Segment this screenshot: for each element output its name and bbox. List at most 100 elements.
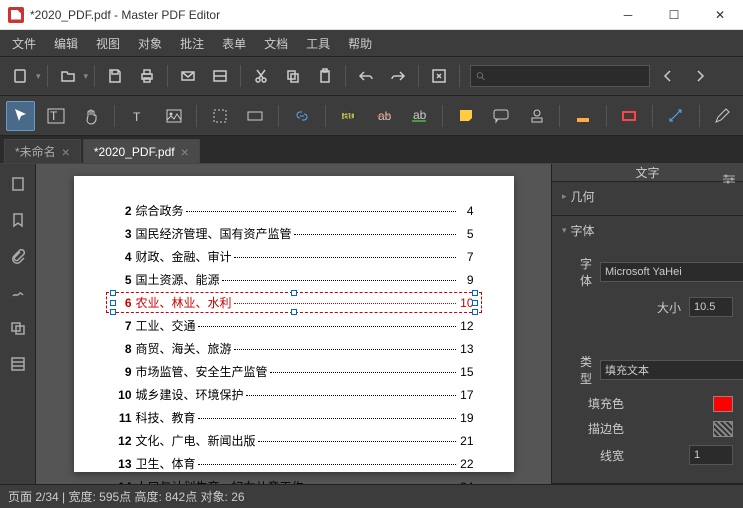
cut-button[interactable] [247,62,275,90]
toc-line[interactable]: 9市场监管、安全生产监管15 [114,363,474,380]
toc-line[interactable]: 2综合政务4 [114,202,474,219]
search-prev-button[interactable] [654,62,682,90]
fit-button[interactable] [425,62,453,90]
resize-handle[interactable] [110,290,116,296]
print-button[interactable] [133,62,161,90]
app-logo-icon [8,7,24,23]
resize-handle[interactable] [472,309,478,315]
toc-line[interactable]: 8商贸、海关、旅游13 [114,340,474,357]
font-label: 字体 [580,255,592,289]
toc-line[interactable]: 11科技、教育19 [114,409,474,426]
comment-tool[interactable] [486,101,515,131]
svg-text:ab: ab [343,108,357,122]
svg-text:T: T [133,110,141,124]
menu-annotate[interactable]: 批注 [172,31,212,56]
toc-line[interactable]: 3国民经济管理、国有资产监管5 [114,225,474,242]
search-input[interactable] [490,69,645,83]
toc-line[interactable]: 4财政、金融、审计7 [114,248,474,265]
save-button[interactable] [101,62,129,90]
attachments-panel-button[interactable] [6,244,30,268]
hand-tool[interactable] [77,101,106,131]
tab-document[interactable]: *2020_PDF.pdf× [83,139,200,163]
toc-line[interactable]: 13卫生、体育22 [114,455,474,472]
email-button[interactable] [174,62,202,90]
toolbar-main: ▾ ▾ [0,56,743,96]
resize-handle[interactable] [110,309,116,315]
font-input[interactable] [600,262,743,282]
menu-document[interactable]: 文档 [256,31,296,56]
resize-handle[interactable] [472,300,478,306]
close-icon[interactable]: × [181,144,189,160]
window-title: *2020_PDF.pdf - Master PDF Editor [30,8,605,22]
linewidth-label: 线宽 [580,447,624,464]
size-input[interactable] [689,297,733,317]
undo-button[interactable] [352,62,380,90]
status-text: 页面 2/34 | 宽度: 595点 高度: 842点 对象: 26 [8,488,245,505]
svg-text:T: T [50,109,58,123]
highlight-tool[interactable]: ab [334,101,363,131]
toc-line[interactable]: 10城乡建设、环境保护17 [114,386,474,403]
tabbar: *未命名× *2020_PDF.pdf× [0,136,743,164]
scan-button[interactable] [206,62,234,90]
linewidth-input[interactable] [689,445,733,465]
resize-handle[interactable] [291,290,297,296]
menu-object[interactable]: 对象 [130,31,170,56]
minimize-button[interactable]: ─ [605,0,651,30]
close-icon[interactable]: × [62,144,70,160]
link-tool[interactable] [287,101,316,131]
toc-line[interactable]: 12文化、广电、新闻出版21 [114,432,474,449]
redo-button[interactable] [384,62,412,90]
settings-icon[interactable] [721,171,737,187]
type-input[interactable] [600,360,743,380]
section-geometry[interactable]: ▸几何 [552,182,743,216]
document-viewport[interactable]: 2综合政务4 3国民经济管理、国有资产监管5 4财政、金融、审计7 5国土资源、能源9… [36,164,551,484]
search-panel-button[interactable] [6,352,30,376]
maximize-button[interactable]: ☐ [651,0,697,30]
tab-unnamed[interactable]: *未命名× [4,139,81,163]
fill-label: 填充色 [580,395,624,412]
resize-handle[interactable] [110,300,116,306]
measure-tool[interactable] [661,101,690,131]
select-tool[interactable] [6,101,35,131]
svg-text:ab: ab [413,108,427,122]
fill-color-swatch[interactable] [713,396,733,412]
open-button[interactable] [54,62,82,90]
toc-line[interactable]: 7工业、交通12 [114,317,474,334]
stamp-tool[interactable] [522,101,551,131]
pdf-page: 2综合政务4 3国民经济管理、国有资产监管5 4财政、金融、审计7 5国土资源、能源9… [74,176,514,472]
stroke-color-swatch[interactable] [713,421,733,437]
rect-select-tool[interactable] [205,101,234,131]
search-box[interactable] [470,65,650,87]
menu-view[interactable]: 视图 [88,31,128,56]
menu-help[interactable]: 帮助 [340,31,380,56]
signatures-panel-button[interactable] [6,280,30,304]
menu-edit[interactable]: 编辑 [46,31,86,56]
form-tool[interactable] [241,101,270,131]
highlight-area-tool[interactable] [568,101,597,131]
underline-tool[interactable]: ab [405,101,434,131]
toolbar-tools: T T ab ab ab [0,96,743,136]
copy-button[interactable] [279,62,307,90]
menu-tools[interactable]: 工具 [298,31,338,56]
close-button[interactable]: ✕ [697,0,743,30]
bookmarks-panel-button[interactable] [6,208,30,232]
text-tool[interactable]: T [123,101,152,131]
strikeout-tool[interactable]: ab [369,101,398,131]
new-button[interactable] [6,62,34,90]
resize-handle[interactable] [472,290,478,296]
resize-handle[interactable] [291,309,297,315]
toc-line[interactable]: 6农业、林业、水利10 [114,294,474,311]
pencil-tool[interactable] [708,101,737,131]
text-edit-tool[interactable]: T [41,101,70,131]
note-tool[interactable] [451,101,480,131]
layers-panel-button[interactable] [6,316,30,340]
paste-button[interactable] [311,62,339,90]
rect-tool[interactable] [615,101,644,131]
toc-line[interactable]: 5国土资源、能源9 [114,271,474,288]
menu-form[interactable]: 表单 [214,31,254,56]
search-next-button[interactable] [686,62,714,90]
menu-file[interactable]: 文件 [4,31,44,56]
pages-panel-button[interactable] [6,172,30,196]
main-area: 2综合政务4 3国民经济管理、国有资产监管5 4财政、金融、审计7 5国土资源、能源9… [0,164,743,484]
image-tool[interactable] [159,101,188,131]
